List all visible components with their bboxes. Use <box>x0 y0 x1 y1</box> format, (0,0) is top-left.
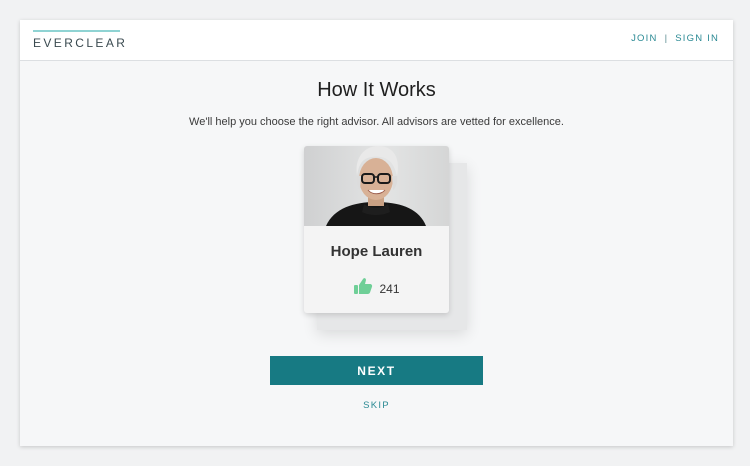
likes-row: 241 <box>304 277 449 300</box>
skip-link[interactable]: SKIP <box>20 400 733 411</box>
advisor-photo <box>304 146 449 226</box>
app-frame: EVERCLEAR JOIN | SIGN IN How It Works We… <box>20 20 733 446</box>
logo-text: EVERCLEAR <box>33 36 128 50</box>
advisor-portrait <box>326 146 426 226</box>
header-nav: JOIN | SIGN IN <box>631 33 719 44</box>
thumbs-up-icon[interactable] <box>353 277 373 300</box>
like-count: 241 <box>379 281 400 296</box>
page-subtitle: We'll help you choose the right advisor.… <box>189 116 564 128</box>
sign-in-link[interactable]: SIGN IN <box>675 33 719 44</box>
next-button[interactable]: NEXT <box>270 356 483 385</box>
logo-accent-bar <box>33 30 120 32</box>
page-title: How It Works <box>317 79 436 101</box>
header: EVERCLEAR JOIN | SIGN IN <box>20 20 733 61</box>
logo[interactable]: EVERCLEAR <box>33 30 127 50</box>
advisor-card[interactable]: Hope Lauren 241 <box>304 146 449 313</box>
nav-separator: | <box>664 33 669 44</box>
join-link[interactable]: JOIN <box>631 33 657 44</box>
advisor-name: Hope Lauren <box>330 243 423 260</box>
